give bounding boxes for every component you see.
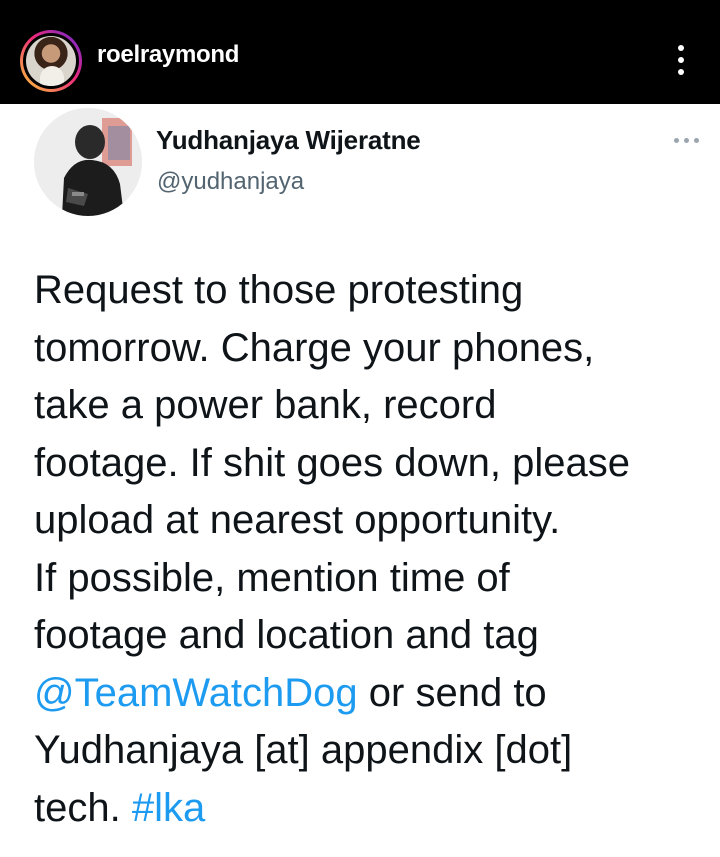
tweet-author-name[interactable]: Yudhanjaya Wijeratne xyxy=(156,125,421,156)
tweet-text-segment: or send to xyxy=(357,670,547,715)
tweet-text-line: upload at nearest opportunity. xyxy=(34,498,561,542)
mention-link[interactable]: @TeamWatchDog xyxy=(34,671,358,715)
tweet-text-line: footage. If shit goes down, please xyxy=(34,440,630,485)
avatar-border xyxy=(23,33,79,89)
profile-photo-icon xyxy=(34,108,142,216)
tweet-text-line: tomorrow. Charge your phones, xyxy=(34,325,595,370)
tweet-text-line: If possible, mention time of xyxy=(34,555,510,600)
post-header: roelraymond xyxy=(0,0,720,104)
more-horizontal-icon[interactable] xyxy=(670,130,704,150)
tweet-text-line: footage and location and tag xyxy=(34,613,539,657)
avatar-figure xyxy=(40,66,64,86)
more-vertical-icon[interactable] xyxy=(668,40,694,80)
profile-photo-icon xyxy=(26,36,76,86)
tweet-text-segment: tech. xyxy=(34,785,132,830)
tweet-text-line: tech. #lka xyxy=(34,780,704,838)
tweet-text-line: Request to those protesting xyxy=(34,268,524,312)
user-avatar[interactable] xyxy=(20,30,82,92)
tweet-text-line: @TeamWatchDog or send to xyxy=(34,665,704,723)
tweet-text-line: Yudhanjaya [at] appendix [dot] xyxy=(34,728,573,772)
post-username[interactable]: roelraymond xyxy=(97,41,239,69)
tweet-author-avatar[interactable] xyxy=(34,108,142,216)
hashtag-link[interactable]: #lka xyxy=(132,786,205,830)
tweet-author-handle[interactable]: @yudhanjaya xyxy=(157,168,304,196)
tweet-text-line: take a power bank, record xyxy=(34,383,497,427)
tweet-text: Request to those protesting tomorrow. Ch… xyxy=(34,262,704,837)
